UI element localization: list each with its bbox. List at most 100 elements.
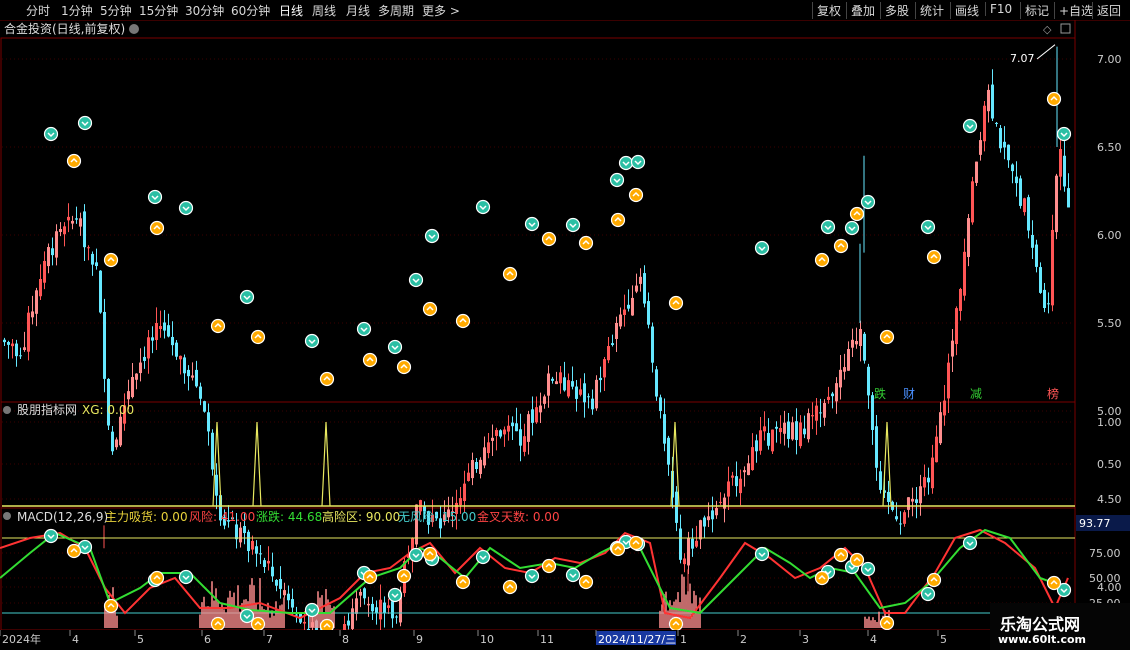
xg-value: XG: 0.00	[82, 403, 134, 417]
candle-body	[379, 599, 382, 620]
toolbar-button-1[interactable]: 叠加	[846, 2, 875, 19]
candle-body	[475, 461, 478, 470]
candle-body	[1067, 188, 1070, 208]
candle-body	[1039, 267, 1042, 293]
candle-body	[99, 270, 102, 313]
toolbar-button-4[interactable]: 画线	[950, 2, 979, 19]
candle-body	[479, 459, 482, 474]
candle-body	[915, 499, 918, 503]
toolbar-button-7[interactable]: +自选	[1054, 2, 1093, 19]
candle-body	[979, 140, 982, 155]
x-axis-label: 5	[137, 633, 144, 646]
candle-body	[739, 478, 742, 494]
toolbar-button-6[interactable]: 标记	[1020, 2, 1049, 19]
candle-body	[103, 311, 106, 379]
sell-signal-icon	[77, 115, 93, 131]
candle-body	[1031, 234, 1034, 248]
buy-signal-icon	[502, 266, 518, 282]
toolbar-button-8[interactable]: 返回	[1092, 2, 1121, 19]
candle-body	[827, 396, 830, 401]
period-tab-1[interactable]: 1分钟	[61, 2, 93, 19]
candle-body	[539, 405, 542, 413]
price-axis-label: 7.00	[1097, 53, 1122, 66]
candle-body	[699, 520, 702, 540]
period-tab-4[interactable]: 30分钟	[185, 2, 224, 19]
candle-body	[463, 483, 466, 501]
buy-signal-icon	[396, 359, 412, 375]
candle-body	[771, 429, 774, 452]
candle-body	[707, 516, 710, 521]
candle-body	[803, 428, 806, 435]
candle-body	[523, 436, 526, 452]
candle-body	[747, 463, 750, 476]
candle-body	[999, 128, 1002, 149]
candle-body	[955, 308, 958, 345]
candle-body	[347, 620, 350, 626]
candle-body	[155, 323, 158, 340]
candle-body	[7, 342, 10, 345]
period-tab-8[interactable]: 月线	[346, 2, 370, 19]
candle-body	[3, 339, 6, 343]
candle-body	[587, 396, 590, 398]
toolbar-button-5[interactable]: F10	[985, 2, 1012, 16]
candle-body	[175, 342, 178, 357]
sell-signal-icon	[820, 219, 836, 235]
x-axis-bar	[0, 630, 1130, 650]
candle-body	[1047, 303, 1050, 305]
candle-body	[63, 226, 66, 235]
period-tab-2[interactable]: 5分钟	[100, 2, 132, 19]
sell-signal-icon	[524, 568, 540, 584]
panel-toggle-icon	[1060, 23, 1071, 34]
buy-signal-icon	[210, 616, 226, 632]
candle-body	[643, 273, 646, 304]
chevron-down-icon	[129, 24, 139, 34]
candle-body	[683, 558, 686, 565]
candle-body	[207, 412, 210, 432]
x-axis-label: 5	[940, 633, 947, 646]
candle-body	[631, 297, 634, 316]
period-tab-7[interactable]: 周线	[312, 2, 336, 19]
candle-body	[515, 423, 518, 432]
period-tab-6[interactable]: 日线	[279, 2, 303, 19]
sell-signal-icon	[475, 549, 491, 565]
chevron-down-icon	[3, 512, 11, 520]
candle-body	[271, 566, 274, 577]
period-tab-5[interactable]: 60分钟	[231, 2, 270, 19]
candle-body	[171, 336, 174, 346]
candle-body	[1035, 244, 1038, 267]
candle-body	[555, 381, 558, 385]
period-tab-10[interactable]: 更多 >	[422, 2, 460, 19]
sell-signal-icon	[630, 154, 646, 170]
macd-panel-title: MACD(12,26,9)	[17, 510, 108, 524]
candle-body	[1051, 229, 1054, 306]
buy-signal-icon	[103, 598, 119, 614]
x-axis-label: 2	[740, 633, 747, 646]
candle-body	[735, 476, 738, 487]
buy-signal-icon	[668, 295, 684, 311]
candle-body	[51, 248, 54, 256]
buy-signal-icon	[541, 231, 557, 247]
candle-body	[395, 616, 398, 618]
candle-body	[247, 531, 250, 552]
sell-signal-icon	[618, 155, 634, 171]
candle-body	[795, 421, 798, 441]
toolbar: 分时 1分钟 5分钟 15分钟 30分钟 60分钟 日线 周线 月线 多周期 更多 > 复权 叠加 多股统…	[0, 0, 1130, 21]
buy-signal-icon	[319, 371, 335, 387]
sell-signal-icon	[356, 321, 372, 337]
sell-signal-icon	[43, 528, 59, 544]
candle-body	[995, 122, 998, 124]
candle-body	[279, 579, 282, 589]
candle-body	[667, 437, 670, 465]
candle-body	[591, 398, 594, 410]
chart-area[interactable]: 7.006.506.005.505.004.504.003.50合金投资(日线,…	[0, 20, 1130, 650]
toolbar-button-0[interactable]: 复权	[812, 2, 841, 19]
period-tab-0[interactable]: 分时	[26, 2, 50, 19]
period-tab-3[interactable]: 15分钟	[139, 2, 178, 19]
sell-signal-icon	[962, 118, 978, 134]
candle-body	[695, 540, 698, 547]
candle-body	[647, 301, 650, 325]
period-tab-9[interactable]: 多周期	[378, 2, 414, 19]
toolbar-button-2[interactable]: 多股	[880, 2, 909, 19]
toolbar-button-3[interactable]: 统计	[915, 2, 944, 19]
buy-signal-icon	[578, 574, 594, 590]
